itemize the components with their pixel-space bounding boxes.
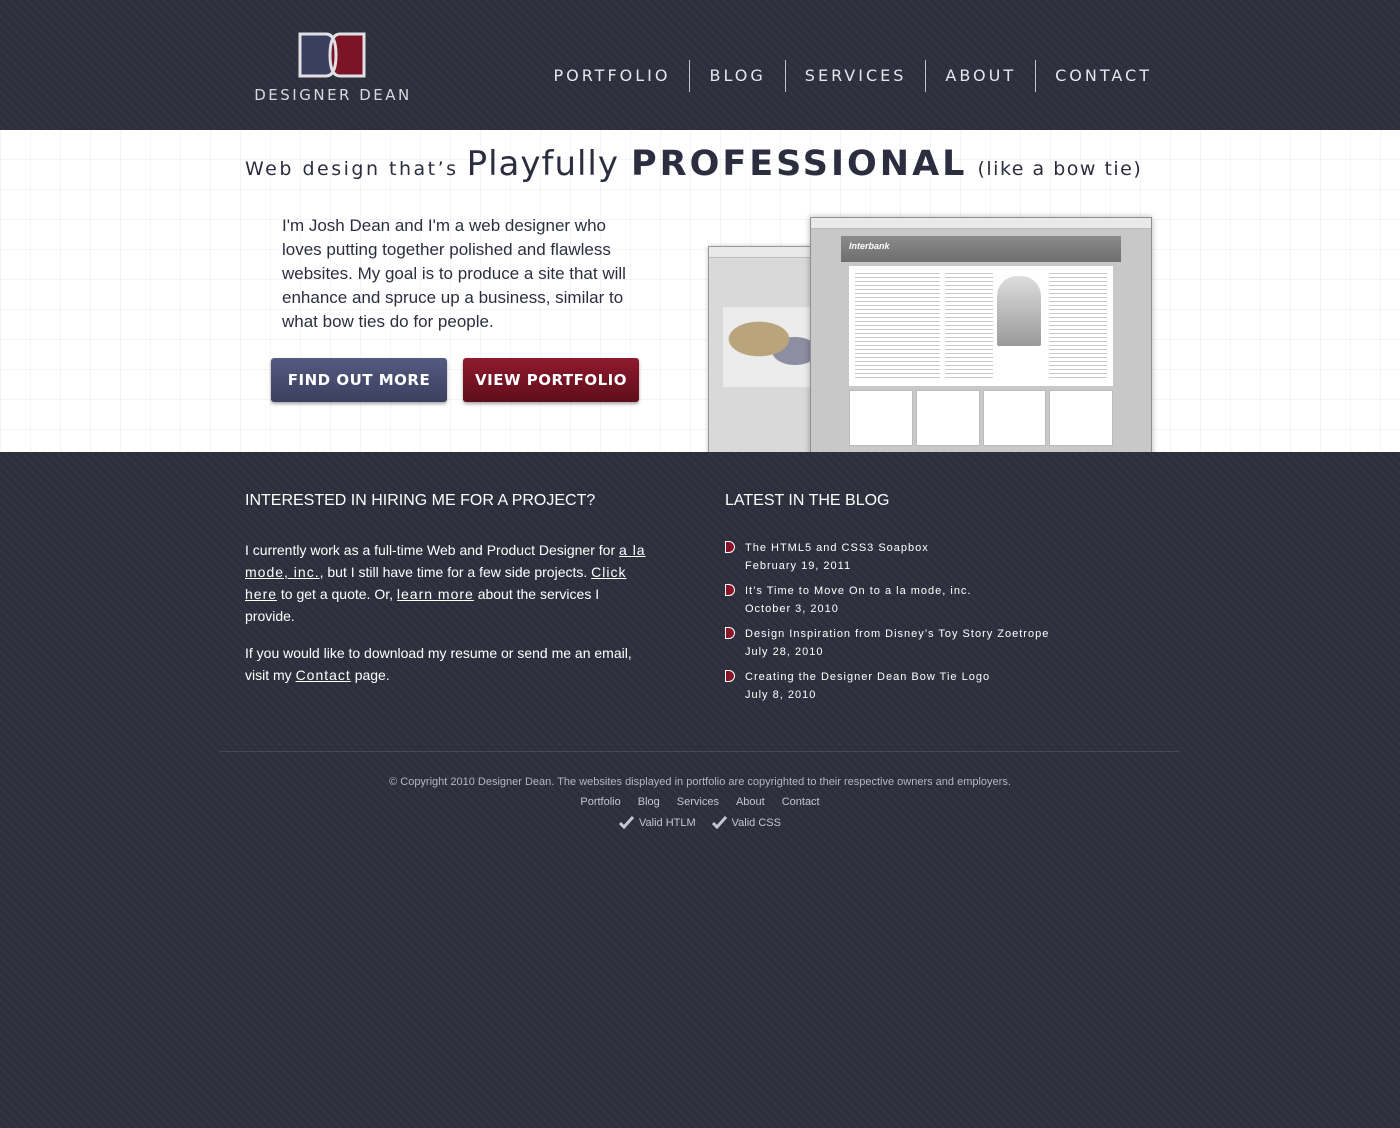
footer-link-services[interactable]: Services (677, 796, 719, 808)
blog-post-item[interactable]: It’s Time to Move On to a la mode, inc. … (725, 582, 1165, 625)
mini-card (915, 390, 980, 446)
bow-tie-logo-icon (298, 32, 366, 78)
mini-card (982, 390, 1047, 446)
bullet-icon (725, 584, 735, 596)
bullet-icon (725, 670, 735, 682)
site-footer: © Copyright 2010 Designer Dean. The webs… (220, 751, 1180, 829)
valid-css-link[interactable]: Valid CSS (711, 816, 781, 829)
blog-post-item[interactable]: Creating the Designer Dean Bow Tie Logo … (725, 668, 1165, 711)
find-out-more-button[interactable]: FIND OUT MORE (271, 358, 447, 402)
nav-divider (1035, 60, 1037, 92)
blog-post-date: July 28, 2010 (745, 646, 824, 658)
blog-post-title[interactable]: It’s Time to Move On to a la mode, inc. (745, 582, 1165, 600)
mini-text-column (1049, 270, 1107, 380)
blog-post-date: February 19, 2011 (745, 560, 852, 572)
portfolio-screenshot-front: Interbank (810, 217, 1152, 452)
nav-blog[interactable]: BLOG (690, 60, 784, 92)
contact-paragraph: If you would like to download my resume … (245, 642, 650, 686)
contact-link[interactable]: Contact (296, 667, 351, 683)
mini-card (849, 390, 913, 446)
mini-site-logo: Interbank (849, 241, 890, 251)
logo-text: DESIGNER DEAN (254, 86, 412, 104)
mini-portrait-image (997, 276, 1041, 346)
blog-post-title[interactable]: The HTML5 and CSS3 Soapbox (745, 539, 1165, 557)
hire-paragraph: I currently work as a full-time Web and … (245, 539, 650, 627)
nav-contact[interactable]: CONTACT (1036, 60, 1152, 92)
mini-browser-bar (811, 218, 1151, 229)
copyright-text: © Copyright 2010 Designer Dean. The webs… (389, 776, 1011, 788)
nav-about[interactable]: ABOUT (926, 60, 1035, 92)
blog-post-title[interactable]: Creating the Designer Dean Bow Tie Logo (745, 668, 1165, 686)
blog-post-date: October 3, 2010 (745, 603, 839, 615)
mini-site-body (849, 266, 1113, 386)
validation-links: Valid HTLM Valid CSS (220, 816, 1180, 829)
mini-text-column (855, 270, 940, 380)
valid-css-label: Valid CSS (731, 816, 781, 829)
valid-html-link[interactable]: Valid HTLM (619, 816, 696, 829)
footer-nav: Portfolio Blog Services About Contact (220, 796, 1180, 808)
mini-card-row (849, 390, 1113, 446)
tagline: Web design that’s Playfully PROFESSIONAL… (245, 144, 1165, 184)
footer-link-about[interactable]: About (736, 796, 765, 808)
site-header: DESIGNER DEAN PORTFOLIO BLOG SERVICES AB… (0, 0, 1400, 130)
view-portfolio-button[interactable]: VIEW PORTFOLIO (463, 358, 639, 402)
hire-section: INTERESTED IN HIRING ME FOR A PROJECT? I… (245, 492, 650, 686)
mini-card (1049, 390, 1113, 446)
contact-text: page. (350, 667, 390, 683)
tagline-suffix: (like a bow tie) (977, 158, 1143, 180)
nav-divider (689, 60, 691, 92)
blog-heading: LATEST IN THE BLOG (725, 492, 890, 509)
hire-heading: INTERESTED IN HIRING ME FOR A PROJECT? (245, 492, 596, 509)
mini-text-column (945, 270, 993, 380)
tagline-prefix: Web design that’s (245, 158, 459, 180)
bullet-icon (725, 627, 735, 639)
main-nav: PORTFOLIO BLOG SERVICES ABOUT CONTACT (534, 60, 1152, 92)
footer-link-blog[interactable]: Blog (638, 796, 660, 808)
blog-post-title[interactable]: Design Inspiration from Disney’s Toy Sto… (745, 625, 1165, 643)
bullet-icon (725, 541, 735, 553)
logo[interactable]: DESIGNER DEAN (248, 28, 418, 108)
footer-link-contact[interactable]: Contact (782, 796, 820, 808)
tagline-professional: PROFESSIONAL (631, 144, 968, 184)
blog-post-item[interactable]: Design Inspiration from Disney’s Toy Sto… (725, 625, 1165, 668)
blog-post-date: July 8, 2010 (745, 689, 817, 701)
nav-services[interactable]: SERVICES (786, 60, 926, 92)
nav-divider (784, 60, 786, 92)
blog-section: LATEST IN THE BLOG The HTML5 and CSS3 So… (725, 492, 1165, 711)
mini-site-header: Interbank (841, 236, 1121, 262)
checkmark-icon (711, 816, 727, 829)
nav-divider (925, 60, 927, 92)
blog-list: The HTML5 and CSS3 Soapbox February 19, … (725, 539, 1165, 711)
nav-portfolio[interactable]: PORTFOLIO (534, 60, 689, 92)
tagline-playfully: Playfully (466, 144, 619, 184)
blog-post-item[interactable]: The HTML5 and CSS3 Soapbox February 19, … (725, 539, 1165, 582)
hire-text: , but I still have time for a few side p… (319, 564, 592, 580)
footer-link-portfolio[interactable]: Portfolio (580, 796, 620, 808)
hero-section: Web design that’s Playfully PROFESSIONAL… (0, 130, 1400, 452)
hire-text: to get a quote. Or, (277, 586, 397, 602)
learn-more-link[interactable]: learn more (397, 586, 474, 602)
hire-text: I currently work as a full-time Web and … (245, 542, 620, 558)
intro-text: I'm Josh Dean and I'm a web designer who… (282, 216, 626, 331)
valid-html-label: Valid HTLM (639, 816, 696, 829)
checkmark-icon (619, 816, 634, 829)
